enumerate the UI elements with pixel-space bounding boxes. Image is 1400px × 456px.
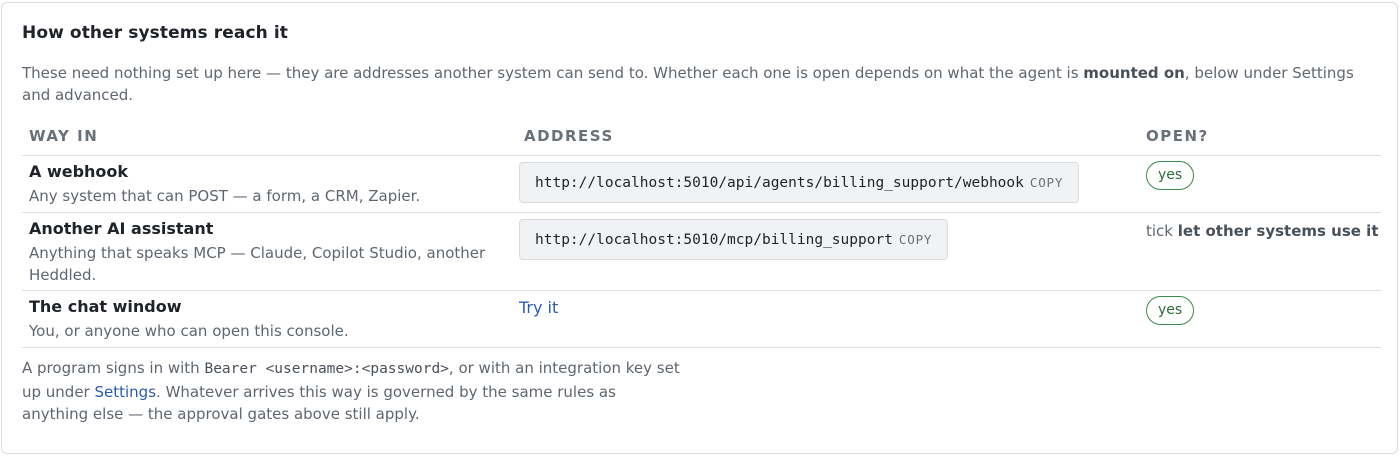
header-open: OPEN? (1139, 117, 1381, 156)
table-row-chat-window: The chat window You, or anyone who can o… (22, 290, 1381, 348)
header-address: ADDRESS (517, 117, 1139, 156)
open-instruction-prefix: tick (1146, 221, 1178, 240)
address-text: http://localhost:5010/mcp/billing_suppor… (535, 231, 893, 248)
address-cell: http://localhost:5010/mcp/billing_suppor… (517, 212, 1139, 291)
settings-link[interactable]: Settings (95, 383, 157, 401)
address-cell: Try it (517, 290, 1139, 348)
open-cell: tick let other systems use it (1139, 212, 1381, 291)
intro-bold: mounted on (1083, 64, 1185, 82)
open-cell: yes (1139, 155, 1381, 213)
way-desc: Any system that can POST — a form, a CRM… (29, 186, 421, 205)
open-cell: yes (1139, 290, 1381, 348)
try-it-link[interactable]: Try it (519, 298, 558, 318)
way-desc: Anything that speaks MCP — Claude, Copil… (29, 243, 486, 284)
section-title: How other systems reach it (22, 23, 289, 43)
copy-button[interactable]: COPY (899, 232, 932, 247)
way-cell: A webhook Any system that can POST — a f… (22, 155, 517, 213)
address-text: http://localhost:5010/api/agents/billing… (535, 174, 1024, 191)
table-row-webhook: A webhook Any system that can POST — a f… (22, 155, 1381, 213)
intro-text-start: These need nothing set up here — they ar… (22, 64, 1084, 82)
table-row-ai-assistant: Another AI assistant Anything that speak… (22, 212, 1381, 291)
way-desc: You, or anyone who can open this console… (29, 321, 349, 340)
mcp-address: http://localhost:5010/mcp/billing_suppor… (519, 218, 949, 260)
ways-table: WAY IN ADDRESS OPEN? A webhook Any syste… (22, 117, 1381, 348)
way-cell: Another AI assistant Anything that speak… (22, 212, 517, 291)
address-cell: http://localhost:5010/api/agents/billing… (517, 155, 1139, 213)
bearer-code: Bearer <username>:<password> (204, 361, 449, 377)
way-name: A webhook (29, 161, 129, 181)
table-header-row: WAY IN ADDRESS OPEN? (22, 117, 1381, 156)
status-badge: yes (1146, 295, 1195, 325)
reach-card: How other systems reach it These need no… (1, 2, 1398, 454)
open-instruction: tick let other systems use it (1146, 221, 1381, 241)
footer-text-1: A program signs in with (22, 359, 205, 377)
footer-note: A program signs in with Bearer <username… (22, 357, 682, 426)
way-name: Another AI assistant (29, 218, 214, 238)
status-badge: yes (1146, 160, 1195, 190)
webhook-address: http://localhost:5010/api/agents/billing… (519, 161, 1080, 203)
way-cell: The chat window You, or anyone who can o… (22, 290, 517, 348)
open-instruction-bold: let other systems use it (1177, 221, 1379, 240)
intro-text: These need nothing set up here — they ar… (22, 62, 1372, 106)
header-way-in: WAY IN (22, 117, 517, 156)
copy-button[interactable]: COPY (1030, 175, 1063, 190)
way-name: The chat window (29, 296, 182, 316)
